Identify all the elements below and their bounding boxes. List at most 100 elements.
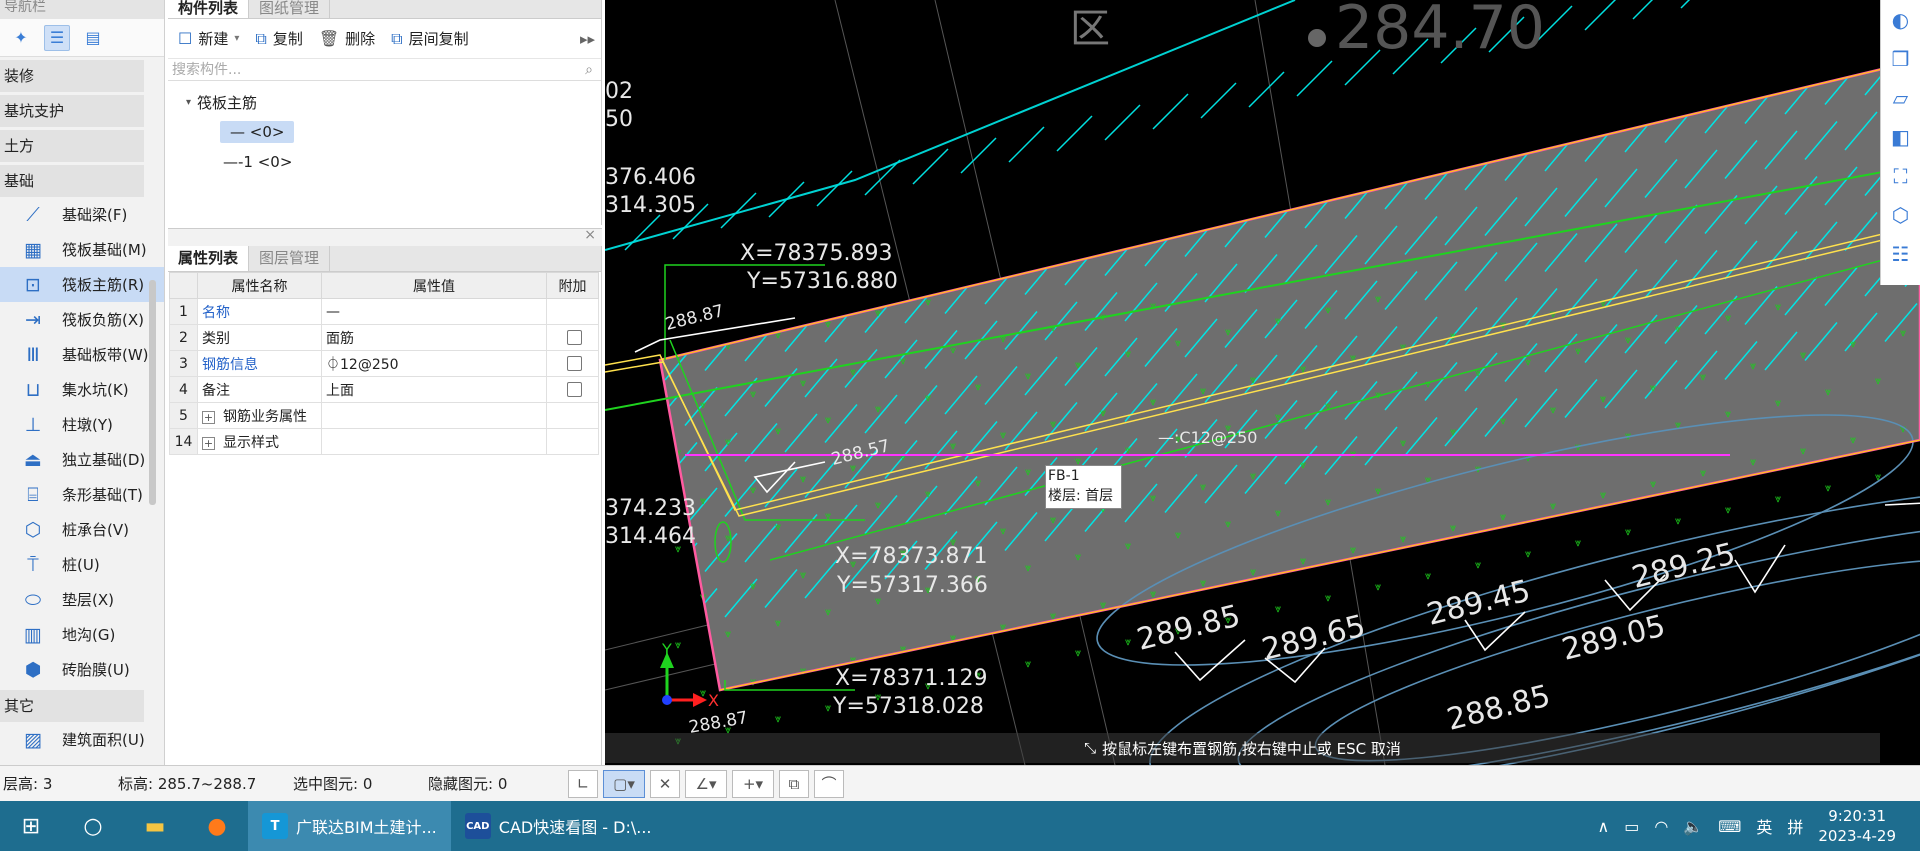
property-row-name[interactable]: 1 名称 — [169,298,599,325]
property-value-name[interactable]: — [321,298,547,325]
plant-symbol: ⩔ [1575,536,1581,549]
hatch-line [625,452,657,490]
nav-item-strip-foundation[interactable]: ⌸ 条形基础(T) [0,477,164,512]
cross-snap-icon[interactable]: ✕ [650,769,680,798]
nav-category-decoration[interactable]: 装修 [0,60,144,92]
detail-view-icon[interactable]: ▤ [80,25,106,51]
nav-category-earthwork[interactable]: 土方 [0,130,144,162]
sump-pit-icon: ⊔ [25,378,41,401]
nav-item-cushion-layer[interactable]: ⬭ 垫层(X) [0,582,164,617]
windows-start-icon[interactable]: ⊞ [0,801,62,851]
property-value-category[interactable]: 面筋 [321,324,547,351]
file-explorer-icon[interactable]: ▬ [124,801,186,851]
delete-button[interactable]: 🗑 删除 [313,25,381,53]
orbit-icon[interactable]: ◐ [1881,0,1920,39]
property-value-remark[interactable]: 上面 [321,376,547,403]
panel-separator[interactable]: × [168,227,602,246]
cad-drawing[interactable]: ⩔ ⩔ ⩔ ⩔ ⩔ ⩔ ⩔ ⩔ ⩔ ⩔ ⩔ ⩔ ⩔ ⩔ ⩔ ⩔ ⩔ ⩔ ⩔ ⩔ ⩔ ⩔ ⩔ ⩔ ⩔ ⩔ ⩔ ⩔ ⩔ ⩔ ⩔ ⩔ ⩔ ⩔ ⩔ ⩔ ⩔ ⩔ ⩔ ⩔… [605,0,1920,765]
plant-symbol: ⩔ [1850,433,1856,446]
extra-checkbox[interactable] [567,382,582,397]
solid-cube-icon[interactable]: ◧ [1881,117,1920,156]
plant-symbol: ⩔ [900,450,906,463]
tab-component-list[interactable]: 构件列表 [168,0,250,18]
arc-icon[interactable]: ⌒ [814,769,844,798]
taskbar-app-cad-viewer[interactable]: CAD CAD快速看图 - D:\... [451,801,666,851]
svg-text:区: 区 [1070,6,1110,52]
angle-icon[interactable]: ∠▾ [685,769,727,798]
keyboard-icon[interactable]: ⌨ [1718,817,1741,836]
battery-icon[interactable]: ▭ [1624,817,1639,836]
elevation-status: 标高: 285.7~288.7 [118,775,257,793]
tab-layer-management[interactable]: 图层管理 [249,246,331,271]
nav-category-excavation-support[interactable]: 基坑支护 [0,95,144,127]
volume-icon[interactable]: 🔈 [1683,817,1703,836]
nav-item-foundation-beam[interactable]: ⟋ 基础梁(F) [0,197,164,232]
nav-item-raft-main-rebar[interactable]: ⊡ 筏板主筋(R) [0,267,164,302]
property-row-rebar-business[interactable]: 5 + 钢筋业务属性 [169,402,599,429]
list-view-icon[interactable]: ☰ [44,24,70,51]
ime-mode[interactable]: 拼 [1787,814,1803,838]
nav-item-pile-cap[interactable]: ⬡ 桩承台(V) [0,512,164,547]
nav-item-raft-foundation[interactable]: ▦ 筏板基础(M) [0,232,164,267]
tray-expand-icon[interactable]: ∧ [1598,817,1610,836]
wifi-icon[interactable]: ◠ [1654,817,1668,836]
dynamic-input-icon[interactable]: ⧉ [779,769,809,798]
plant-symbol: ⩔ [1550,403,1556,416]
taskbar-app-glodon[interactable]: T 广联达BIM土建计... [248,801,451,851]
property-row-display-style[interactable]: 14 + 显示样式 [169,428,599,455]
nav-item-foundation-strip[interactable]: Ⅲ 基础板带(W) [0,337,164,372]
nav-item-raft-negative-rebar[interactable]: ⇥ 筏板负筋(X) [0,302,164,337]
object-snap-icon[interactable]: ▢▾ [603,769,645,798]
nav-category-other[interactable]: 其它 [0,690,144,722]
tree-node-raft-main-rebar[interactable]: ▾ 筏板主筋 [168,87,601,117]
tree-node-selected[interactable]: — <0> [168,117,601,147]
nav-item-building-area[interactable]: ▨ 建筑面积(U) [0,722,164,757]
beam-icon: ⟋ [26,203,40,226]
firefox-icon[interactable]: ● [186,801,248,851]
tab-drawing-management[interactable]: 图纸管理 [249,0,331,18]
property-value-rebar-info[interactable]: ⏀12@250 [321,350,547,377]
close-icon[interactable]: × [584,227,596,243]
nav-scrollbar[interactable] [149,280,156,505]
extra-checkbox[interactable] [567,330,582,345]
cube-view-icon[interactable]: ▱ [1881,78,1920,117]
layer-settings-icon[interactable]: ☷ [1881,234,1920,273]
floor-copy-button[interactable]: ⧉ 层间复制 [385,25,474,53]
new-button[interactable]: ☐ 新建 ▾ [172,25,245,53]
operation-hint: ⤡ 按鼠标左键布置钢筋,按右键中止或 ESC 取消 [605,733,1880,763]
expand-plus-icon[interactable]: + [202,436,215,450]
3d-view-icon[interactable]: ❒ [1881,39,1920,78]
tree-node-second[interactable]: —-1 <0> [168,147,601,177]
plant-symbol: ⩔ [1500,414,1506,427]
system-clock[interactable]: 9:20:31 2023-4-29 [1818,806,1896,846]
expand-plus-icon[interactable]: + [202,410,215,424]
offset-icon[interactable]: +▾ [732,769,774,798]
nav-category-foundation[interactable]: 基础 [0,165,144,197]
extra-checkbox[interactable] [567,356,582,371]
nav-item-brick-mold[interactable]: ⬢ 砖胎膜(U) [0,652,164,687]
property-row-category[interactable]: 2 类别 面筋 [169,324,599,351]
fullscreen-icon[interactable]: ⛶ [1881,156,1920,195]
header-property-name: 属性名称 [197,272,322,299]
nav-item-trench[interactable]: ▥ 地沟(G) [0,617,164,652]
hatch-line [1056,115,1093,152]
property-row-rebar-info[interactable]: 3 钢筋信息 ⏀12@250 [169,350,599,377]
component-search-input[interactable]: 搜索构件... ⌕ [168,59,601,81]
ime-language[interactable]: 英 [1756,814,1772,838]
plant-symbol: ⩔ [1625,525,1631,538]
plant-symbol: ⩔ [1000,332,1006,345]
nav-item-pile[interactable]: ⍑ 桩(U) [0,547,164,582]
copy-button[interactable]: ⧉ 复制 [249,25,308,53]
property-row-remark[interactable]: 4 备注 上面 [169,376,599,403]
search-circle-icon[interactable]: ○ [62,801,124,851]
tab-property-list[interactable]: 属性列表 [168,246,250,271]
drawing-canvas[interactable]: ⩔ ⩔ ⩔ ⩔ ⩔ ⩔ ⩔ ⩔ ⩔ ⩔ ⩔ ⩔ ⩔ ⩔ ⩔ ⩔ ⩔ ⩔ ⩔ ⩔ ⩔ ⩔ ⩔ ⩔ ⩔ ⩔ ⩔ ⩔ ⩔ ⩔ ⩔ ⩔ ⩔ ⩔ ⩔ ⩔ ⩔ ⩔ ⩔ ⩔… [605,0,1920,765]
nav-item-sump-pit[interactable]: ⊔ 集水坑(K) [0,372,164,407]
marker-dot [1308,29,1326,47]
orthogonal-icon[interactable]: ∟ [568,769,598,798]
pin-icon[interactable]: ✦ [8,25,34,51]
isometric-icon[interactable]: ⬡ [1881,195,1920,234]
nav-item-column-pier[interactable]: ⊥ 柱墩(Y) [0,407,164,442]
nav-item-isolated-foundation[interactable]: ⏏ 独立基础(D) [0,442,164,477]
expand-more-icon[interactable]: ▸▸ [580,30,595,48]
